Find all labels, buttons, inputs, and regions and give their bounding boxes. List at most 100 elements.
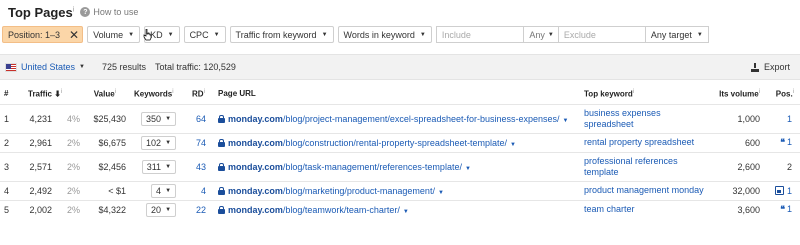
row-top-keyword[interactable]: product management monday [580, 181, 712, 200]
table-header: # Traffic ⬇i Valuei Keywordsi RDi Page U… [0, 84, 800, 104]
row-keywords: 102 ▼ [130, 133, 192, 152]
row-pos: ❛❛ 1 [780, 204, 793, 215]
col-traffic[interactable]: Traffic ⬇i [24, 84, 84, 104]
row-url[interactable]: monday.com/blog/task-management/referenc… [214, 152, 580, 181]
lock-icon [218, 114, 226, 123]
include-input[interactable]: Include [435, 26, 523, 43]
chevron-down-icon: ▼ [167, 31, 174, 38]
row-top-keyword[interactable]: business expenses spreadsheet [580, 104, 712, 133]
table-row: 3 2,571 2% $2,456 311 ▼ 43 monday.com/blog/task… [0, 152, 800, 181]
row-num: 3 [4, 161, 10, 172]
row-keywords: 20 ▼ [130, 200, 192, 219]
row-num: 4 [4, 185, 10, 196]
row-top-keyword[interactable]: rental property spreadsheet [580, 133, 712, 152]
row-value: < $1 [108, 185, 127, 196]
page-header: Top Pagesi ? How to use [0, 0, 800, 21]
image-icon [775, 185, 784, 195]
keywords-dropdown[interactable]: 102 ▼ [141, 135, 177, 150]
position-filter[interactable]: Position: 1–3 ✕ [2, 26, 84, 43]
country-select[interactable]: United States ▼ [5, 62, 85, 72]
summary-bar: United States ▼ 725 results Total traffi… [0, 54, 800, 80]
col-rd[interactable]: RDi [192, 84, 214, 104]
row-traffic-pct: 4% [67, 113, 81, 124]
chevron-down-icon[interactable]: ▼ [403, 209, 409, 215]
row-volume: 1,000 [737, 113, 761, 124]
row-top-keyword[interactable]: team charter [580, 200, 712, 219]
chevron-down-icon[interactable]: ▼ [510, 142, 516, 148]
chevron-down-icon: ▼ [165, 163, 172, 170]
row-rd[interactable]: 22 [192, 200, 214, 219]
row-rd[interactable]: 4 [192, 181, 214, 200]
row-value: $25,430 [93, 113, 127, 124]
results-count: 725 results [101, 62, 147, 72]
lock-icon [218, 138, 226, 147]
quote-icon: ❛❛ [780, 137, 785, 147]
chevron-down-icon: ▼ [165, 115, 172, 122]
words-in-keyword-filter[interactable]: Words in keyword ▼ [337, 26, 432, 43]
us-flag-icon [5, 62, 17, 72]
row-top-keyword[interactable]: professional references template [580, 152, 712, 181]
quote-icon: ❛❛ [780, 204, 785, 215]
chevron-down-icon[interactable]: ▼ [438, 190, 444, 196]
table-row: 5 2,002 2% $4,322 20 ▼ 22 monday.com/blog/teamw… [0, 200, 800, 219]
row-traffic: 2,002 [29, 204, 52, 215]
export-icon [750, 62, 759, 72]
col-page-url[interactable]: Page URL [214, 84, 580, 104]
lock-icon [218, 205, 226, 214]
any-target-select[interactable]: Any target ▼ [644, 26, 709, 43]
row-url[interactable]: monday.com/blog/marketing/product-manage… [214, 181, 580, 200]
row-keywords: 350 ▼ [130, 104, 192, 133]
help-icon: ? [80, 7, 91, 17]
row-traffic: 2,571 [29, 161, 52, 172]
row-rd[interactable]: 43 [192, 152, 214, 181]
chevron-down-icon: ▼ [165, 187, 172, 194]
row-pos: ❛❛ 1 [780, 137, 793, 147]
row-traffic-pct: 2% [67, 137, 81, 148]
col-num: # [4, 89, 9, 99]
row-rd[interactable]: 64 [192, 104, 214, 133]
cpc-filter[interactable]: CPC ▼ [183, 26, 226, 43]
chevron-down-icon: ▼ [419, 31, 426, 38]
table-row: 1 4,231 4% $25,430 350 ▼ 64 monday.com/blog/pro… [0, 104, 800, 133]
keywords-dropdown[interactable]: 311 ▼ [141, 159, 177, 174]
chevron-down-icon: ▼ [165, 139, 172, 146]
row-pos: 2 [787, 161, 793, 172]
row-url[interactable]: monday.com/blog/teamwork/team-charter/▼ [214, 200, 580, 219]
row-traffic: 2,492 [29, 185, 52, 196]
top-pages-table: # Traffic ⬇i Valuei Keywordsi RDi Page U… [0, 84, 800, 219]
chevron-down-icon: ▼ [128, 31, 135, 38]
row-url[interactable]: monday.com/blog/construction/rental-prop… [214, 133, 580, 152]
row-url[interactable]: monday.com/blog/project-management/excel… [214, 104, 580, 133]
any-select[interactable]: Any ▼ [522, 26, 558, 43]
row-traffic: 4,231 [29, 113, 52, 124]
col-keywords[interactable]: Keywordsi [130, 84, 192, 104]
volume-filter[interactable]: Volume ▼ [87, 26, 141, 43]
traffic-from-keyword-filter[interactable]: Traffic from keyword ▼ [229, 26, 334, 43]
how-to-use-link[interactable]: ? How to use [80, 7, 138, 17]
row-pos: 1 [787, 113, 793, 124]
chevron-down-icon: ▼ [547, 31, 554, 38]
col-its-volume[interactable]: Its volumei [712, 84, 764, 104]
row-keywords: 311 ▼ [130, 152, 192, 181]
row-volume: 2,600 [737, 161, 761, 172]
table-row: 2 2,961 2% $6,675 102 ▼ 74 monday.com/blog/cons… [0, 133, 800, 152]
row-num: 1 [4, 113, 10, 124]
col-value[interactable]: Valuei [84, 84, 130, 104]
close-icon[interactable]: ✕ [69, 29, 79, 41]
row-volume: 3,600 [737, 204, 761, 215]
keywords-dropdown[interactable]: 20 ▼ [146, 202, 177, 217]
col-top-keyword[interactable]: Top keywordi [580, 84, 712, 104]
row-value: $6,675 [98, 137, 127, 148]
export-button[interactable]: Export [750, 62, 790, 72]
row-keywords: 4 ▼ [130, 181, 192, 200]
col-pos[interactable]: Pos.i [764, 84, 800, 104]
exclude-input[interactable]: Exclude [557, 26, 645, 43]
row-traffic-pct: 2% [67, 204, 81, 215]
keywords-dropdown[interactable]: 4 ▼ [151, 183, 177, 198]
title-info-icon[interactable]: i [73, 6, 75, 13]
chevron-down-icon[interactable]: ▼ [563, 118, 569, 124]
keywords-dropdown[interactable]: 350 ▼ [141, 111, 177, 126]
row-rd[interactable]: 74 [192, 133, 214, 152]
row-pos: 1 [764, 181, 800, 200]
chevron-down-icon[interactable]: ▼ [465, 166, 471, 172]
